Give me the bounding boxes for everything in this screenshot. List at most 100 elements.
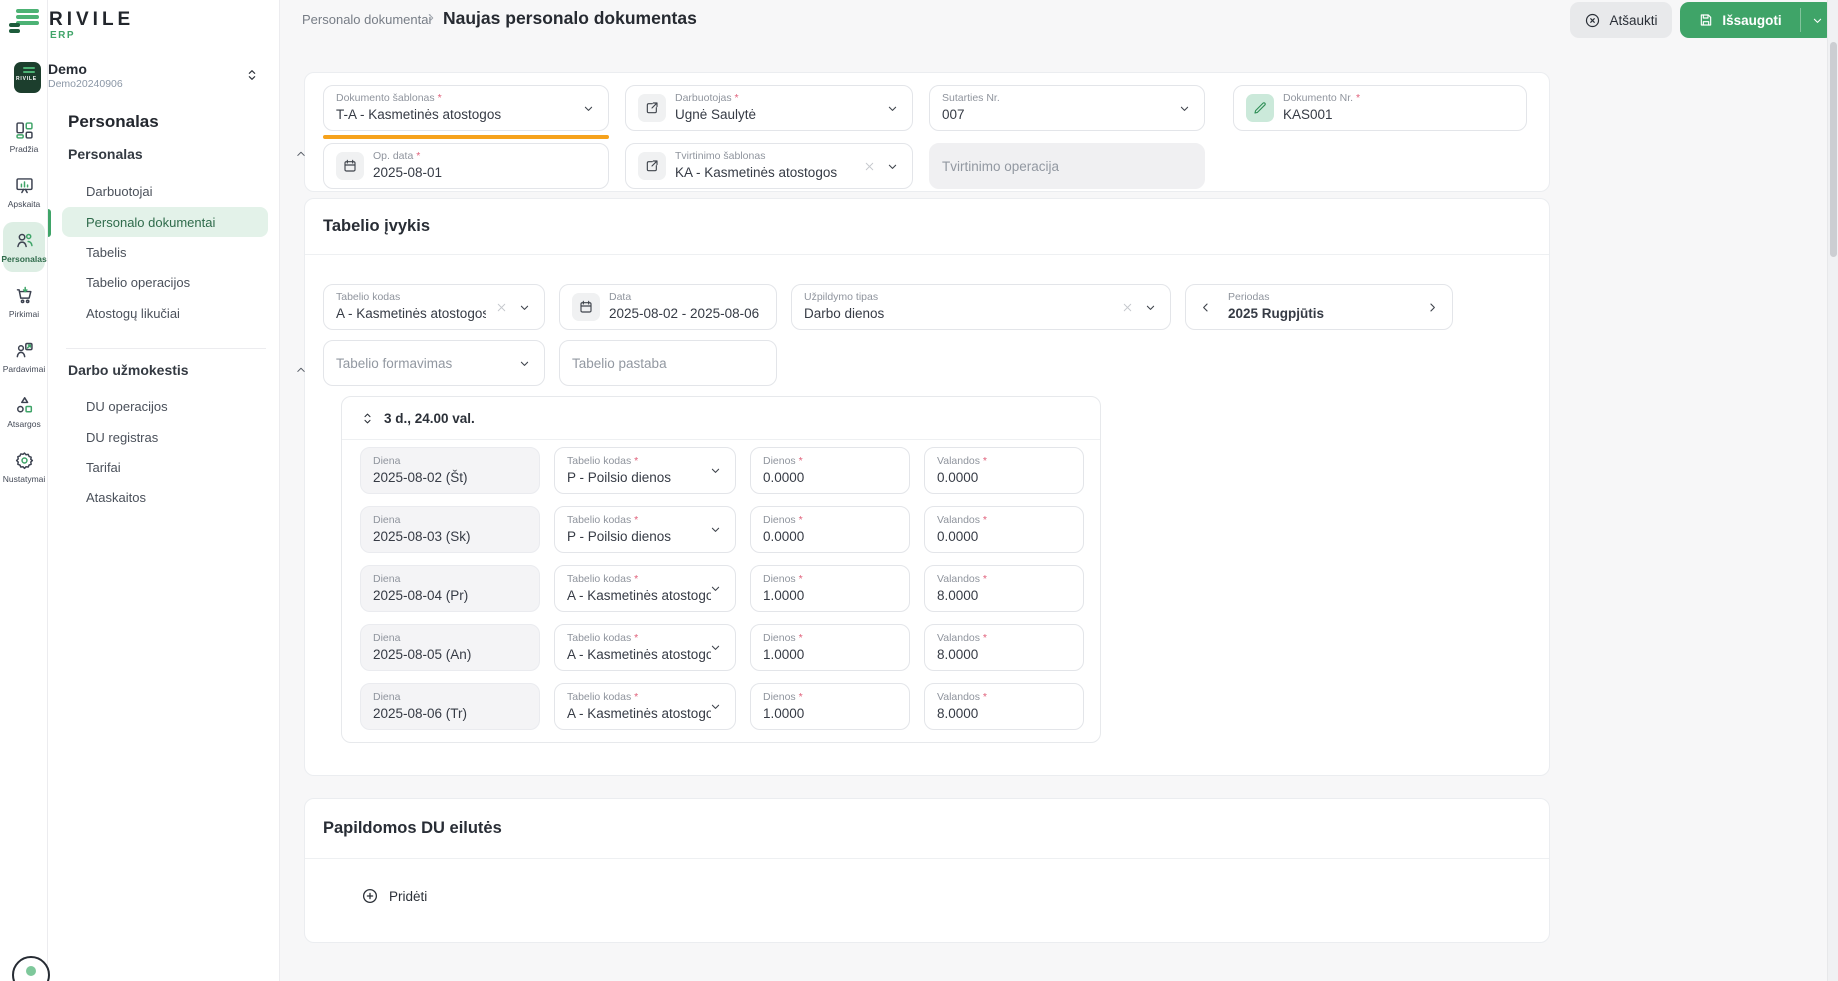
updown-arrows-icon[interactable] <box>360 411 375 426</box>
add-row-label: Pridėti <box>389 889 427 904</box>
rail-item-personalas[interactable]: Personalas <box>3 222 45 272</box>
chevron-down-icon[interactable] <box>885 159 900 174</box>
field-label: Dienos <box>763 573 897 586</box>
sidebar-item-tabelis[interactable]: Tabelis <box>86 245 126 260</box>
updown-chevron-icon <box>244 67 260 87</box>
sidebar-item-ataskaitos[interactable]: Ataskaitos <box>86 490 146 505</box>
row-tabelio-kodas-field[interactable]: Tabelio kodasP - Poilsio dienos <box>554 506 736 553</box>
chevron-down-icon[interactable] <box>708 463 723 478</box>
scrollbar[interactable] <box>1827 0 1838 981</box>
rail-item-pardavimai[interactable]: Pardavimai <box>3 332 45 382</box>
sidebar-item-tarifai[interactable]: Tarifai <box>86 460 121 475</box>
cancel-label: Atšaukti <box>1609 13 1657 28</box>
inventory-shapes-icon <box>14 395 35 416</box>
uzpildymo-tipas-field[interactable]: Užpildymo tipasDarbo dienos <box>791 284 1171 330</box>
field-placeholder: Tvirtinimo operacija <box>942 159 1059 174</box>
calendar-icon[interactable] <box>572 293 600 321</box>
chevron-down-icon[interactable] <box>517 300 532 315</box>
sidebar-item-du-operacijos[interactable]: DU operacijos <box>86 399 168 414</box>
sidebar-group-personalas[interactable]: Personalas <box>68 146 143 162</box>
clear-icon[interactable] <box>1121 301 1134 314</box>
chevron-down-icon[interactable] <box>581 101 596 116</box>
tabelio-formavimas-field[interactable]: Tabelio formavimas <box>323 340 545 386</box>
dienos-field[interactable]: Dienos1.0000 <box>750 624 910 671</box>
menu-toggle-icon[interactable] <box>9 9 39 35</box>
row-tabelio-kodas-field[interactable]: Tabelio kodasP - Poilsio dienos <box>554 447 736 494</box>
op-data-field[interactable]: Op. data2025-08-01 <box>323 143 609 189</box>
scrollbar-thumb[interactable] <box>1830 42 1837 257</box>
valandos-field[interactable]: Valandos0.0000 <box>924 506 1084 553</box>
add-row-button[interactable]: Pridėti <box>361 887 427 905</box>
row-tabelio-kodas-field[interactable]: Tabelio kodasA - Kasmetinės atostogos <box>554 683 736 730</box>
section-divider <box>305 858 1549 859</box>
valandos-field[interactable]: Valandos8.0000 <box>924 565 1084 612</box>
sidebar-item-tabelio-operacijos[interactable]: Tabelio operacijos <box>86 275 190 290</box>
rail-label: Nustatymai <box>3 474 46 484</box>
field-value: 007 <box>942 106 1168 124</box>
dienos-field[interactable]: Dienos0.0000 <box>750 506 910 553</box>
rail-item-apskaita[interactable]: Apskaita <box>3 167 45 217</box>
field-value: 2025-08-01 <box>373 164 596 182</box>
valandos-field[interactable]: Valandos0.0000 <box>924 447 1084 494</box>
chevron-up-icon[interactable] <box>294 363 308 377</box>
chevron-right-icon[interactable] <box>1425 300 1440 315</box>
field-label: Diena <box>373 691 527 704</box>
chevron-up-icon[interactable] <box>294 147 308 161</box>
save-icon <box>1698 12 1714 28</box>
tabelio-pastaba-field[interactable]: Tabelio pastaba <box>559 340 777 386</box>
calendar-icon[interactable] <box>336 152 364 180</box>
external-link-icon[interactable] <box>638 152 666 180</box>
sutarties-nr-field[interactable]: Sutarties Nr.007 <box>929 85 1205 131</box>
rail-item-pradzia[interactable]: Pradžia <box>3 112 45 162</box>
save-label: Išsaugoti <box>1722 13 1781 28</box>
dienos-field[interactable]: Dienos1.0000 <box>750 683 910 730</box>
periodas-field[interactable]: Periodas2025 Rugpjūtis <box>1185 284 1453 330</box>
data-field[interactable]: Data2025-08-02 - 2025-08-06 <box>559 284 777 330</box>
chevron-down-icon[interactable] <box>885 101 900 116</box>
sidebar-item-atostogu-likuciai[interactable]: Atostogų likučiai <box>86 306 180 321</box>
dienos-field[interactable]: Dienos0.0000 <box>750 447 910 494</box>
tabelio-kodas-field[interactable]: Tabelio kodasA - Kasmetinės atostogos <box>323 284 545 330</box>
chevron-down-icon[interactable] <box>708 699 723 714</box>
chevron-down-icon[interactable] <box>1143 300 1158 315</box>
dienos-field[interactable]: Dienos1.0000 <box>750 565 910 612</box>
sidebar-item-darbuotojai[interactable]: Darbuotojai <box>86 184 153 199</box>
company-selector[interactable]: RIVILE Demo Demo20240906 <box>0 55 280 99</box>
tvirtinimo-sablonas-field[interactable]: Tvirtinimo šablonasKA - Kasmetinės atost… <box>625 143 913 189</box>
valandos-field[interactable]: Valandos8.0000 <box>924 683 1084 730</box>
dokumento-sablonas-field[interactable]: Dokumento šablonasT-A - Kasmetinės atost… <box>323 85 609 131</box>
rail-item-nustatymai[interactable]: Nustatymai <box>3 442 45 492</box>
external-link-icon[interactable] <box>638 94 666 122</box>
valandos-field[interactable]: Valandos8.0000 <box>924 624 1084 671</box>
clear-icon[interactable] <box>863 160 876 173</box>
diena-field: Diena2025-08-04 (Pr) <box>360 565 540 612</box>
chevron-down-icon[interactable] <box>517 356 532 371</box>
row-tabelio-kodas-field[interactable]: Tabelio kodasA - Kasmetinės atostogos <box>554 565 736 612</box>
company-id: Demo20240906 <box>48 78 123 90</box>
chevron-left-icon[interactable] <box>1198 300 1213 315</box>
save-button[interactable]: Išsaugoti <box>1680 2 1834 38</box>
field-label: Diena <box>373 573 527 586</box>
chevron-down-icon <box>1810 13 1825 28</box>
save-main-segment[interactable]: Išsaugoti <box>1680 2 1800 38</box>
chevron-down-icon[interactable] <box>1177 101 1192 116</box>
field-value: T-A - Kasmetinės atostogos <box>336 106 572 124</box>
chevron-down-icon[interactable] <box>708 640 723 655</box>
rail-label: Personalas <box>1 254 46 264</box>
module-rail: Pradžia Apskaita Personalas Pirkimai Par… <box>0 0 48 981</box>
darbuotojas-field[interactable]: DarbuotojasUgnė Saulytė <box>625 85 913 131</box>
sidebar-item-personalo-dokumentai[interactable]: Personalo dokumentai <box>62 207 268 237</box>
chevron-down-icon[interactable] <box>708 581 723 596</box>
field-label: Dienos <box>763 514 897 527</box>
chevron-down-icon[interactable] <box>708 522 723 537</box>
dokumento-nr-field[interactable]: Dokumento Nr.KAS001 <box>1233 85 1527 131</box>
clear-icon[interactable] <box>495 301 508 314</box>
rail-item-pirkimai[interactable]: Pirkimai <box>3 277 45 327</box>
cancel-button[interactable]: Atšaukti <box>1570 2 1672 38</box>
rail-item-atsargos[interactable]: Atsargos <box>3 387 45 437</box>
field-label: Dienos <box>763 455 897 468</box>
row-tabelio-kodas-field[interactable]: Tabelio kodasA - Kasmetinės atostogos <box>554 624 736 671</box>
sidebar-item-du-registras[interactable]: DU registras <box>86 430 158 445</box>
breadcrumb[interactable]: Personalo dokumentai <box>302 12 431 27</box>
sidebar-group-darbo-uzmokestis[interactable]: Darbo užmokestis <box>68 362 189 378</box>
